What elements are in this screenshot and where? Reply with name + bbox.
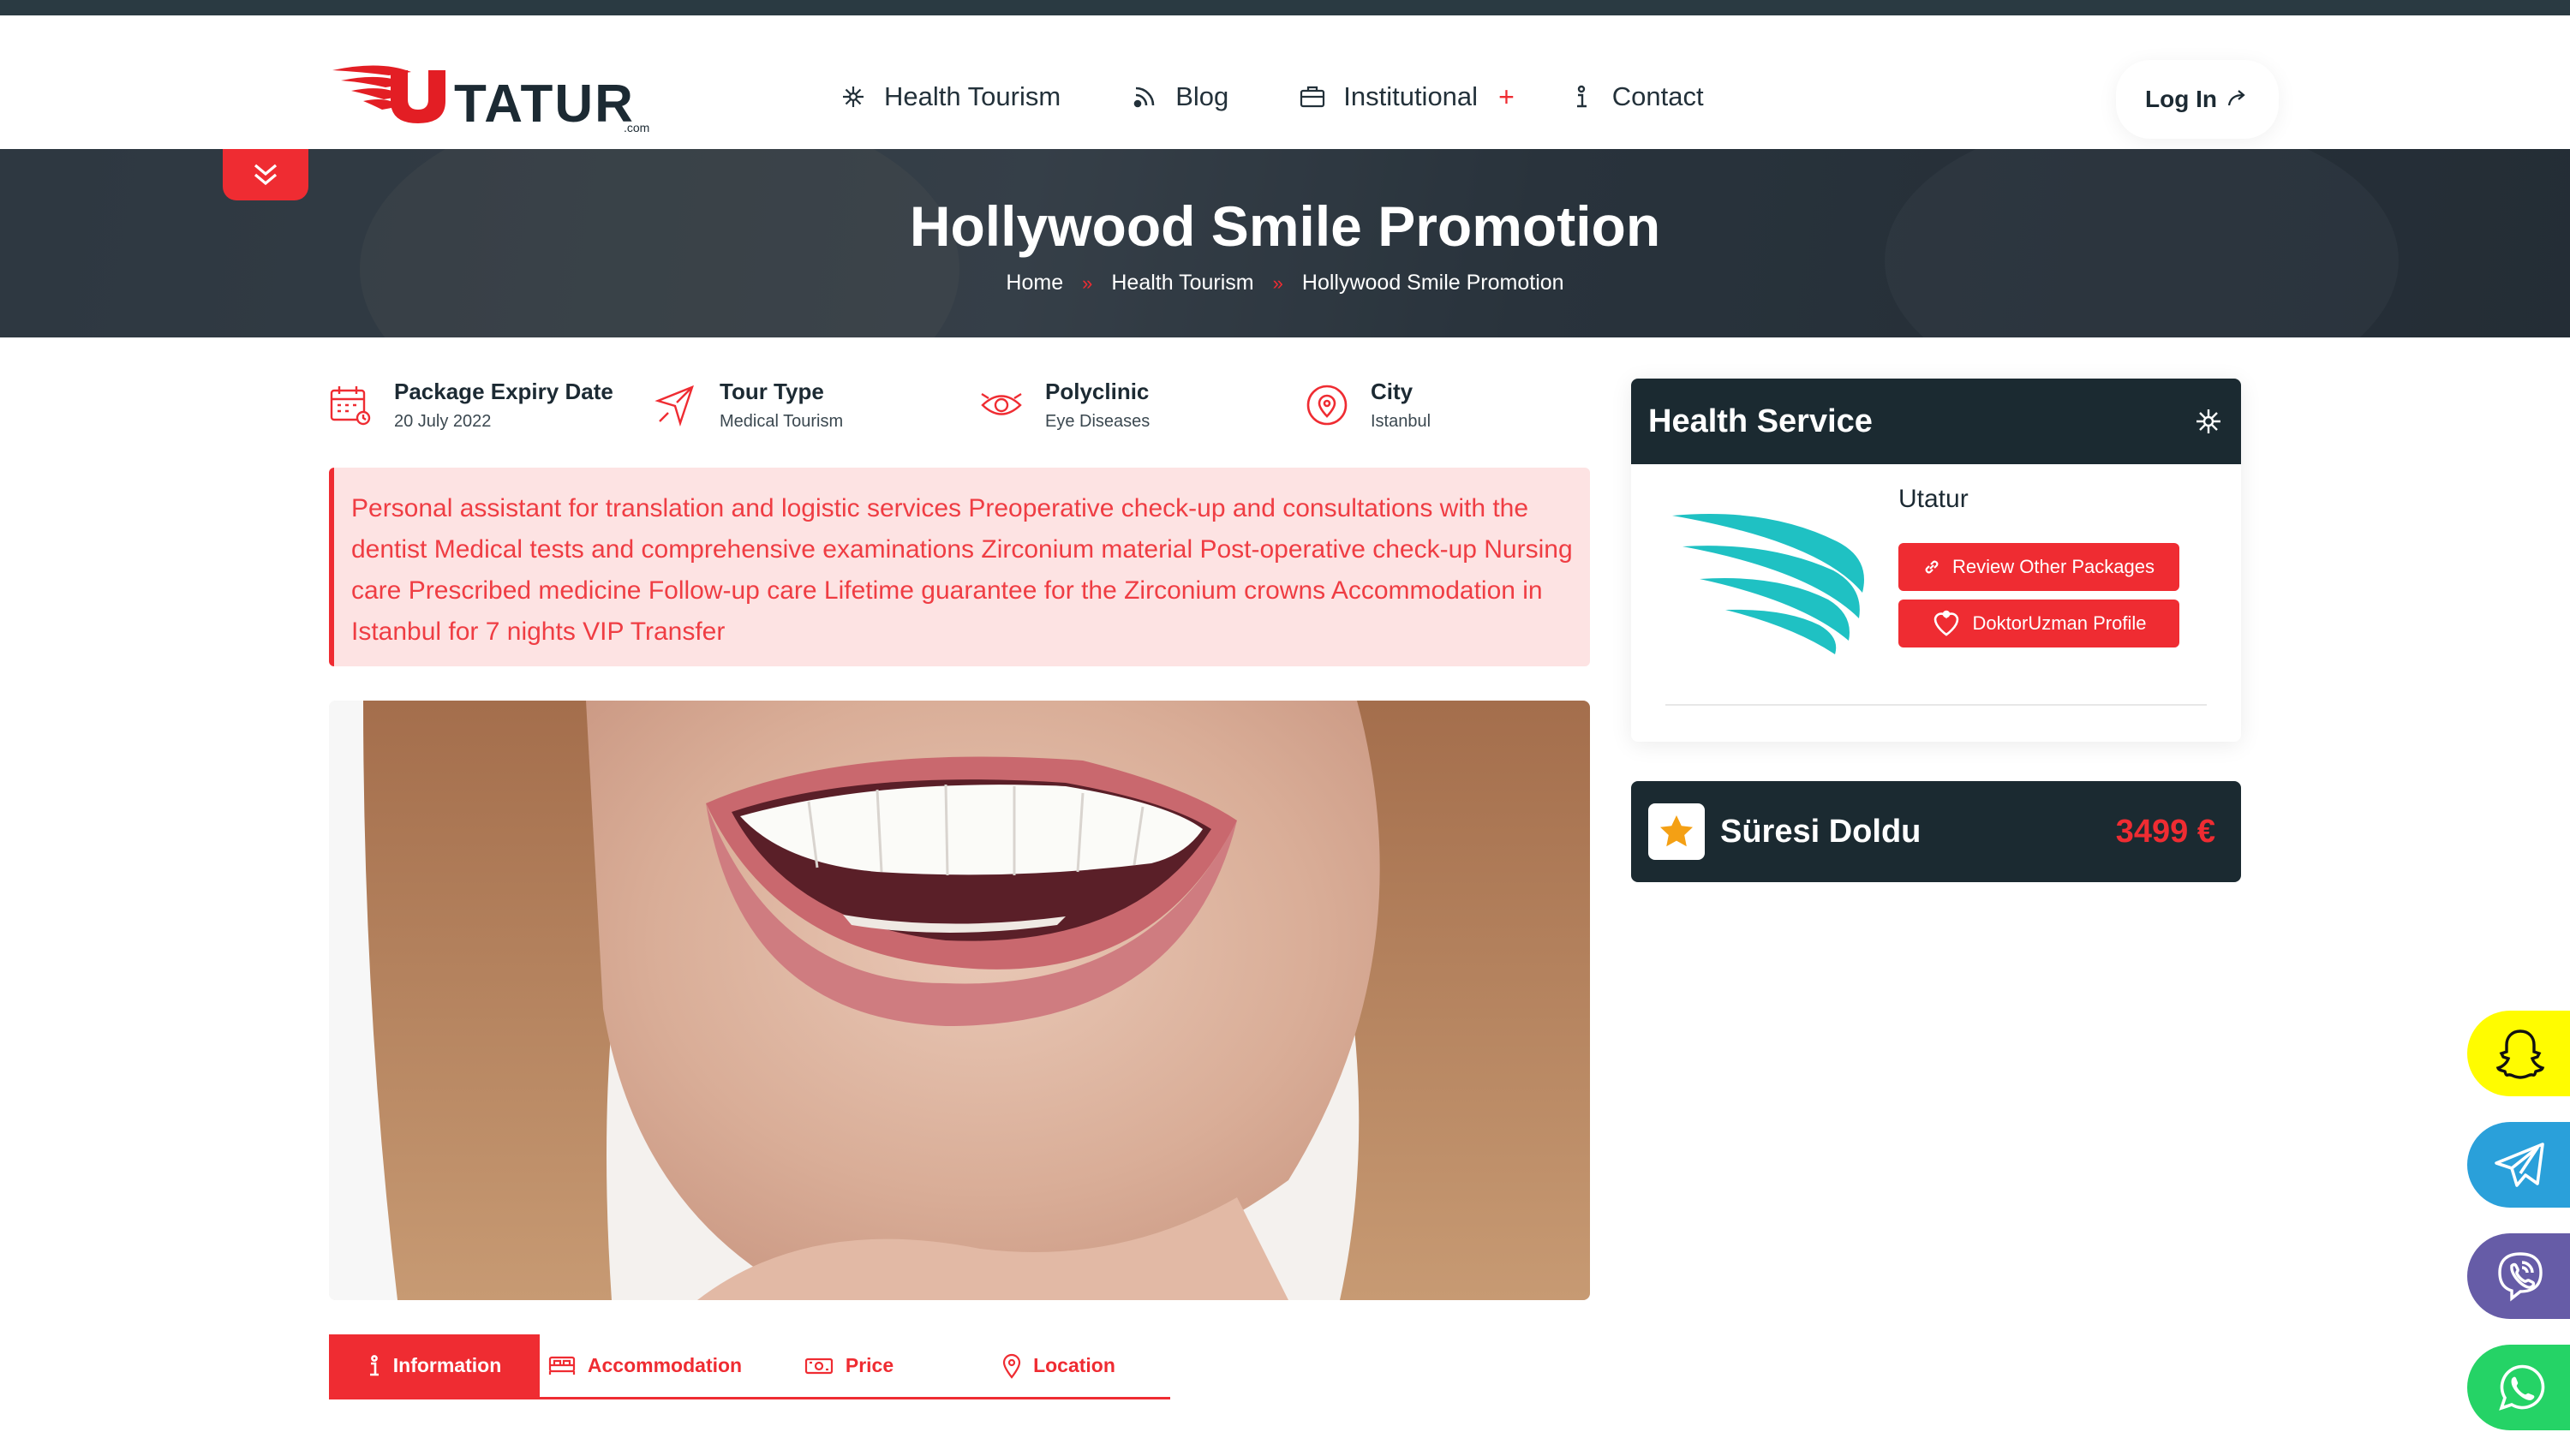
smile-photo — [329, 701, 1590, 1300]
info-value: 20 July 2022 — [394, 412, 492, 431]
package-status: Süresi Doldu — [1720, 813, 1922, 850]
card-divider — [1665, 704, 2207, 706]
snapchat-icon — [2495, 1029, 2545, 1079]
doktoruzman-profile-button[interactable]: DoktorUzman Profile — [1898, 600, 2179, 647]
button-label: Review Other Packages — [1952, 556, 2155, 577]
package-info-row: Package Expiry Date 20 July 2022 Tour Ty… — [329, 379, 1597, 439]
site-header: TATUR .com Health Tourism Blog Instituti… — [0, 15, 2570, 149]
button-label: DoktorUzman Profile — [1972, 612, 2147, 634]
card-header: Health Service — [1631, 379, 2241, 464]
star-icon — [1648, 803, 1705, 860]
tab-location[interactable]: Location — [947, 1334, 1170, 1397]
viber-icon — [2498, 1252, 2543, 1302]
top-strip — [0, 0, 2570, 15]
nav-blog[interactable]: Blog — [1131, 81, 1228, 112]
eye-icon — [980, 384, 1023, 427]
telegram-button[interactable] — [2467, 1122, 2570, 1208]
heart-icon — [1932, 609, 1961, 638]
telegram-icon — [2495, 1143, 2544, 1187]
info-expiry-date: Package Expiry Date 20 July 2022 — [329, 379, 613, 432]
nav-institutional[interactable]: Institutional + — [1299, 81, 1515, 113]
info-icon — [1568, 83, 1595, 110]
svg-text:.com: .com — [624, 121, 649, 134]
nav-label: Health Tourism — [884, 81, 1061, 111]
package-tabs: Information Accommodation Price Location — [329, 1334, 1170, 1399]
price-card: Süresi Doldu 3499 € — [1631, 781, 2241, 882]
info-icon — [368, 1354, 381, 1377]
link-icon — [1923, 558, 1940, 576]
card-title: Health Service — [1648, 403, 1873, 439]
whatsapp-button[interactable] — [2467, 1345, 2570, 1430]
page-title: Hollywood Smile Promotion — [909, 194, 1661, 258]
breadcrumb-current: Hollywood Smile Promotion — [1301, 271, 1564, 295]
main-nav: Health Tourism Blog Institutional + Cont… — [840, 75, 1774, 118]
info-value: Eye Diseases — [1045, 412, 1151, 431]
svg-text:TATUR: TATUR — [454, 75, 635, 134]
bed-icon — [548, 1356, 576, 1376]
info-polyclinic: Polyclinic Eye Diseases — [980, 379, 1150, 432]
site-logo[interactable]: TATUR .com — [329, 48, 665, 134]
login-label: Log In — [2145, 86, 2217, 112]
review-other-packages-button[interactable]: Review Other Packages — [1898, 543, 2179, 591]
info-tour-type: Tour Type Medical Tourism — [654, 379, 843, 432]
briefcase-icon — [1299, 83, 1326, 110]
asterisk-icon — [2196, 409, 2220, 433]
package-description: Personal assistant for translation and l… — [329, 468, 1590, 666]
tab-label: Price — [845, 1354, 894, 1376]
double-chevron-down-icon — [254, 164, 278, 186]
breadcrumb-separator-icon: » — [1082, 272, 1093, 294]
package-price: 3499 € — [2115, 813, 2215, 850]
nav-contact[interactable]: Contact — [1568, 81, 1704, 112]
info-title: Polyclinic — [1045, 379, 1150, 404]
money-icon — [804, 1356, 834, 1376]
tab-label: Location — [1033, 1354, 1115, 1376]
nav-label: Institutional — [1343, 81, 1479, 111]
breadcrumb-health-tourism[interactable]: Health Tourism — [1111, 271, 1253, 295]
info-city: City Istanbul — [1306, 379, 1431, 432]
health-service-card: Health Service Utatur Review Other Packa… — [1631, 379, 2241, 742]
breadcrumb: Home » Health Tourism » Hollywood Smile … — [0, 271, 2570, 295]
info-title: Package Expiry Date — [394, 379, 613, 404]
whatsapp-icon — [2499, 1364, 2545, 1411]
info-value: Istanbul — [1371, 412, 1431, 431]
tab-label: Accommodation — [587, 1354, 743, 1376]
nav-label: Contact — [1611, 81, 1704, 111]
tab-price[interactable]: Price — [750, 1334, 947, 1397]
provider-logo[interactable] — [1665, 507, 1871, 661]
location-pin-icon — [1306, 384, 1348, 427]
nav-health-tourism[interactable]: Health Tourism — [840, 81, 1061, 112]
plane-icon — [654, 384, 697, 427]
dropdown-toggle-button[interactable] — [223, 149, 308, 200]
tab-label: Information — [392, 1354, 502, 1376]
snapchat-button[interactable] — [2467, 1011, 2570, 1096]
tab-information[interactable]: Information — [329, 1334, 540, 1397]
expand-plus-icon[interactable]: + — [1498, 81, 1515, 113]
asterisk-icon — [840, 83, 867, 110]
breadcrumb-home[interactable]: Home — [1006, 271, 1063, 295]
tab-accommodation[interactable]: Accommodation — [540, 1334, 750, 1397]
provider-name: Utatur — [1898, 485, 1969, 513]
breadcrumb-separator-icon: » — [1272, 272, 1283, 294]
login-button[interactable]: Log In — [2116, 60, 2279, 139]
viber-button[interactable] — [2467, 1233, 2570, 1319]
nav-label: Blog — [1175, 81, 1229, 111]
calendar-icon — [329, 384, 372, 427]
info-value: Medical Tourism — [720, 412, 844, 431]
rss-icon — [1131, 83, 1158, 110]
info-title: Tour Type — [720, 379, 824, 404]
location-pin-icon — [1002, 1353, 1021, 1379]
info-title: City — [1371, 379, 1414, 404]
login-arrow-icon — [2227, 90, 2245, 106]
